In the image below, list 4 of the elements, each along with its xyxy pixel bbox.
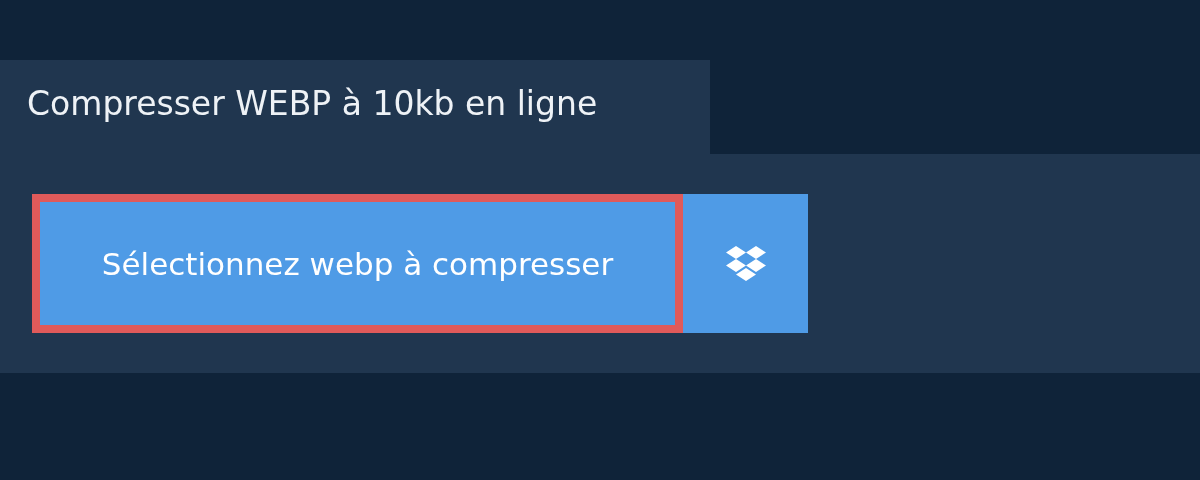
select-file-button[interactable]: Sélectionnez webp à compresser bbox=[32, 194, 683, 333]
diamonds-icon bbox=[725, 245, 766, 282]
cloud-upload-button[interactable] bbox=[683, 194, 808, 333]
page-title: Compresser WEBP à 10kb en ligne bbox=[27, 83, 598, 125]
